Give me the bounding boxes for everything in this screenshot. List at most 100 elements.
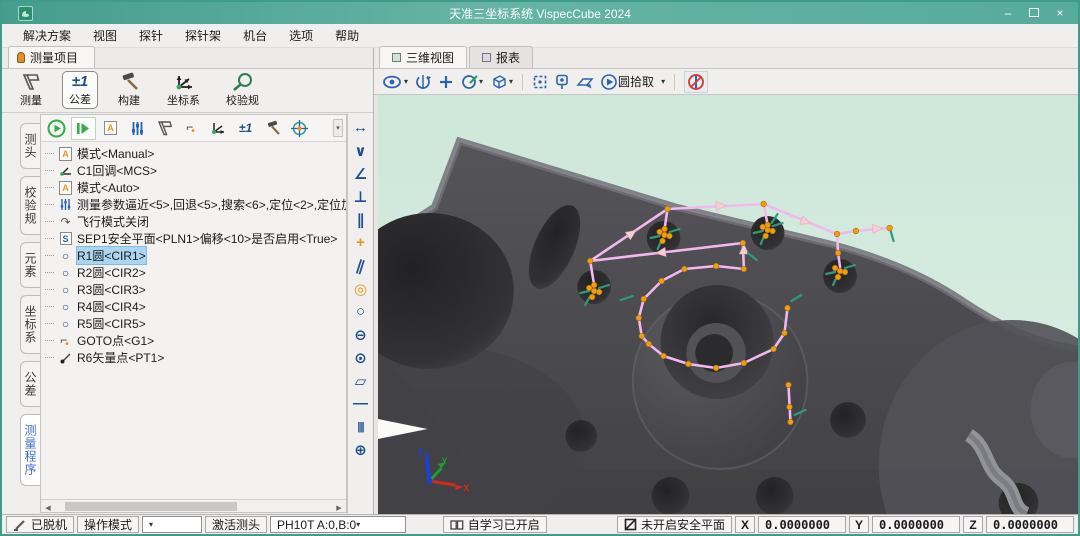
ribbon-button-gauge[interactable]: 校验规 bbox=[219, 70, 266, 110]
measure-tool-button[interactable] bbox=[152, 117, 177, 140]
sidebar-tab-measure-program[interactable]: 测量程序 bbox=[20, 414, 40, 486]
menu-item-view[interactable]: 视图 bbox=[82, 24, 128, 47]
angularity-icon[interactable]: ∥ bbox=[345, 251, 376, 281]
maximize-button[interactable] bbox=[1026, 5, 1042, 21]
probe-disabled-button[interactable] bbox=[684, 71, 708, 93]
view-cube-button[interactable] bbox=[490, 74, 513, 90]
sidebar-tab-coordinate-system[interactable]: 坐标系 bbox=[20, 295, 40, 354]
probe-label: 激活测头 bbox=[205, 516, 267, 533]
menu-bar: 解决方案 视图 探针 探针架 机台 选项 帮助 bbox=[2, 24, 1078, 48]
measure-params-button[interactable] bbox=[125, 117, 150, 140]
tree-item-r4-circle[interactable]: ○R4圆<CIR4> bbox=[44, 298, 346, 315]
construct-tool-button[interactable] bbox=[260, 117, 285, 140]
angle-between-icon[interactable]: ∠ bbox=[348, 162, 373, 185]
straightness-icon[interactable]: — bbox=[348, 392, 373, 415]
tree-item-goto-point[interactable]: ⌐GOTO点<G1> bbox=[44, 332, 346, 349]
x-coordinate-value: 0.0000000 bbox=[758, 516, 846, 533]
calipers-icon bbox=[155, 120, 174, 137]
circularity-icon[interactable]: ○ bbox=[348, 300, 373, 323]
cylindricity-icon[interactable]: ⊖ bbox=[348, 323, 373, 346]
mode-tool-button[interactable]: A bbox=[98, 117, 123, 140]
pan-button[interactable] bbox=[438, 74, 454, 90]
report-icon bbox=[482, 53, 491, 62]
circle-feature-icon: ○ bbox=[62, 267, 69, 279]
tolerance-tool-button[interactable]: ±1 bbox=[233, 117, 258, 140]
eye-icon bbox=[383, 75, 403, 89]
flatness-icon[interactable]: ▱ bbox=[348, 369, 373, 392]
menu-item-probe-rack[interactable]: 探针架 bbox=[174, 24, 232, 47]
tree-item-measure-params[interactable]: 测量参数逼近<5>,回退<5>,搜索<6>,定位<2>,定位加<2>,测量 bbox=[44, 196, 346, 213]
ribbon-toolbar: 测量 ±1 公差 构建 坐标系 校验规 bbox=[2, 69, 373, 113]
ribbon-button-tolerance[interactable]: ±1 公差 bbox=[62, 71, 98, 109]
tree-item-flight-mode[interactable]: ↷飞行模式关闭 bbox=[44, 213, 346, 230]
locate-button[interactable] bbox=[555, 74, 569, 90]
tree-item-r2-circle[interactable]: ○R2圆<CIR2> bbox=[44, 264, 346, 281]
toolbar-overflow-button[interactable]: ▾ bbox=[333, 119, 343, 137]
tree-item-c1-callback[interactable]: C1回调<MCS> bbox=[44, 162, 346, 179]
section-plane-button[interactable] bbox=[576, 75, 594, 89]
op-mode-select[interactable] bbox=[142, 516, 202, 533]
line-profile-icon[interactable]: ||| bbox=[348, 415, 373, 438]
angle-icon[interactable]: ∨ bbox=[348, 139, 373, 162]
ribbon-button-coordinate-system[interactable]: 坐标系 bbox=[160, 70, 207, 110]
ribbon-button-construct[interactable]: 构建 bbox=[110, 70, 148, 110]
align-tool-button[interactable] bbox=[287, 117, 312, 140]
parallelism-icon[interactable]: ∥ bbox=[348, 208, 373, 231]
scroll-right-arrow[interactable] bbox=[332, 499, 346, 513]
tolerance-icon: ±1 bbox=[239, 119, 252, 137]
minimize-button[interactable]: – bbox=[1000, 5, 1016, 21]
menu-item-options[interactable]: 选项 bbox=[278, 24, 324, 47]
true-position-icon[interactable]: ⊕ bbox=[348, 438, 373, 461]
tree-item-safety-plane[interactable]: SSEP1安全平面<PLN1>偏移<10>是否启用<True> bbox=[44, 230, 346, 247]
close-button[interactable]: × bbox=[1052, 5, 1068, 21]
tab-3d-view[interactable]: 三维视图 bbox=[379, 46, 467, 68]
pen-icon bbox=[13, 519, 27, 531]
vector-point-icon bbox=[59, 352, 72, 364]
program-tree: A模式<Manual> C1回调<MCS> A模式<Auto> 测量参数逼近<5… bbox=[41, 142, 346, 499]
menu-item-solution[interactable]: 解决方案 bbox=[12, 24, 82, 47]
mode-icon: A bbox=[59, 147, 72, 161]
menu-item-help[interactable]: 帮助 bbox=[324, 24, 370, 47]
tree-item-mode-manual[interactable]: A模式<Manual> bbox=[44, 145, 346, 162]
perpendicularity-icon[interactable]: ⊥ bbox=[348, 185, 373, 208]
coordinate-tool-button[interactable] bbox=[206, 117, 231, 140]
zoom-fit-button[interactable] bbox=[532, 74, 548, 90]
probe-select[interactable]: PH10T A:0,B:0 bbox=[270, 516, 406, 533]
circle-feature-icon: ○ bbox=[62, 301, 69, 313]
tree-item-r6-vector-point[interactable]: R6矢量点<PT1> bbox=[44, 349, 346, 366]
sidebar-tab-elements[interactable]: 元素 bbox=[20, 242, 40, 288]
render-style-button[interactable] bbox=[461, 74, 483, 90]
tree-item-r1-circle[interactable]: ○R1圆<CIR1> bbox=[44, 247, 346, 264]
title-bar: 天准三坐标系统 VispecCube 2024 – × bbox=[2, 2, 1078, 24]
tree-item-r3-circle[interactable]: ○R3圆<CIR3> bbox=[44, 281, 346, 298]
sidebar-tab-probe-head[interactable]: 测头 bbox=[20, 123, 40, 169]
orbit-button[interactable] bbox=[415, 74, 431, 90]
run-program-button[interactable] bbox=[44, 117, 69, 140]
tab-measure-project[interactable]: 测量项目 bbox=[8, 46, 95, 68]
goto-tool-button[interactable]: ⌐ bbox=[179, 117, 204, 140]
circle-pick-button[interactable]: 圆拾取 bbox=[601, 73, 654, 90]
sidebar-tab-gauge[interactable]: 校验规 bbox=[20, 176, 40, 235]
tree-item-r5-circle[interactable]: ○R5圆<CIR5> bbox=[44, 315, 346, 332]
scrollbar-thumb[interactable] bbox=[65, 502, 237, 511]
tree-horizontal-scrollbar[interactable] bbox=[41, 499, 346, 512]
status-bar: 已脱机 操作模式 激活测头 PH10T A:0,B:0 自学习已开启 未开启安全… bbox=[2, 514, 1078, 534]
goto-icon: ⌐ bbox=[60, 335, 71, 347]
step-run-button[interactable] bbox=[71, 117, 96, 140]
menu-item-machine[interactable]: 机台 bbox=[232, 24, 278, 47]
sidebar-tab-tolerance[interactable]: 公差 bbox=[20, 361, 40, 407]
tree-item-mode-auto[interactable]: A模式<Auto> bbox=[44, 179, 346, 196]
visibility-button[interactable] bbox=[383, 75, 408, 89]
concentricity-icon[interactable]: ◎ bbox=[348, 277, 373, 300]
play-icon bbox=[47, 119, 66, 138]
tab-report[interactable]: 报表 bbox=[469, 46, 533, 68]
menu-item-probe[interactable]: 探针 bbox=[128, 24, 174, 47]
distance-icon[interactable]: ↔ bbox=[348, 116, 373, 139]
scroll-left-arrow[interactable] bbox=[41, 499, 55, 513]
self-learn-status: 自学习已开启 bbox=[443, 516, 547, 533]
ribbon-button-measure[interactable]: 测量 bbox=[12, 70, 50, 110]
radial-runout-icon[interactable]: ⊙ bbox=[348, 346, 373, 369]
3d-viewport[interactable]: X Y Z bbox=[374, 95, 1078, 514]
fit-selection-icon bbox=[532, 74, 548, 90]
circle-pick-dropdown[interactable] bbox=[661, 77, 665, 86]
